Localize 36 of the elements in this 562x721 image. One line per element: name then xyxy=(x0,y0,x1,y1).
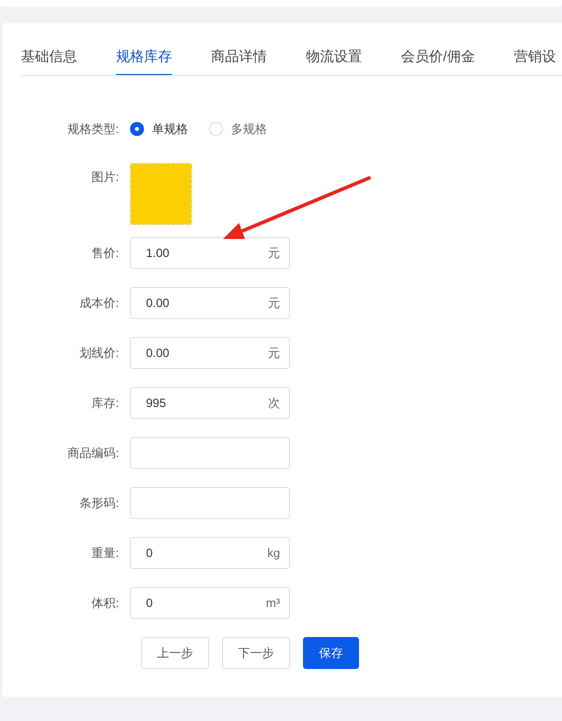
radio-option[interactable]: 多规格 xyxy=(209,120,267,138)
button[interactable]: 保存 xyxy=(303,637,359,669)
tab[interactable]: 基础信息 xyxy=(21,23,77,75)
unit-label: 元 xyxy=(268,244,280,262)
unit-label: kg xyxy=(267,546,280,560)
radio-option[interactable]: 单规格 xyxy=(130,120,188,138)
unit-label: 元 xyxy=(268,344,280,362)
unit-label: 次 xyxy=(268,394,280,412)
field-label: 划线价: xyxy=(78,344,120,362)
tab[interactable]: 会员价/佣金 xyxy=(401,23,475,75)
unit-label: m³ xyxy=(266,596,280,610)
input-field[interactable] xyxy=(130,437,290,469)
input-field[interactable]: 0 kg xyxy=(130,537,290,569)
field-label: 库存: xyxy=(90,394,120,412)
input-field[interactable]: 0.00 元 xyxy=(130,287,290,319)
button[interactable]: 上一步 xyxy=(141,637,209,669)
tab[interactable]: 规格库存 xyxy=(116,23,172,75)
field-label: 售价: xyxy=(90,244,120,262)
tab[interactable]: 物流设置 xyxy=(306,23,362,75)
field-label: 重量: xyxy=(90,544,120,562)
input-field[interactable]: 1.00 元 xyxy=(130,237,290,269)
input-field[interactable] xyxy=(130,487,290,519)
unit-label: 元 xyxy=(268,294,280,312)
photo-placeholder[interactable] xyxy=(130,163,192,225)
button[interactable]: 下一步 xyxy=(222,637,290,669)
field-label: 规格类型: xyxy=(66,120,120,138)
field-label: 图片: xyxy=(90,169,120,186)
tab[interactable]: 商品详情 xyxy=(211,23,267,75)
input-field[interactable]: 0 m³ xyxy=(130,587,290,619)
field-label: 体积: xyxy=(90,594,120,612)
field-label: 商品编码: xyxy=(66,444,120,462)
field-label: 成本价: xyxy=(78,294,120,312)
field-label: 条形码: xyxy=(78,494,120,512)
tab[interactable]: 营销设 xyxy=(514,23,556,75)
input-field[interactable]: 0.00 元 xyxy=(130,337,290,369)
input-field[interactable]: 995 次 xyxy=(130,387,290,419)
